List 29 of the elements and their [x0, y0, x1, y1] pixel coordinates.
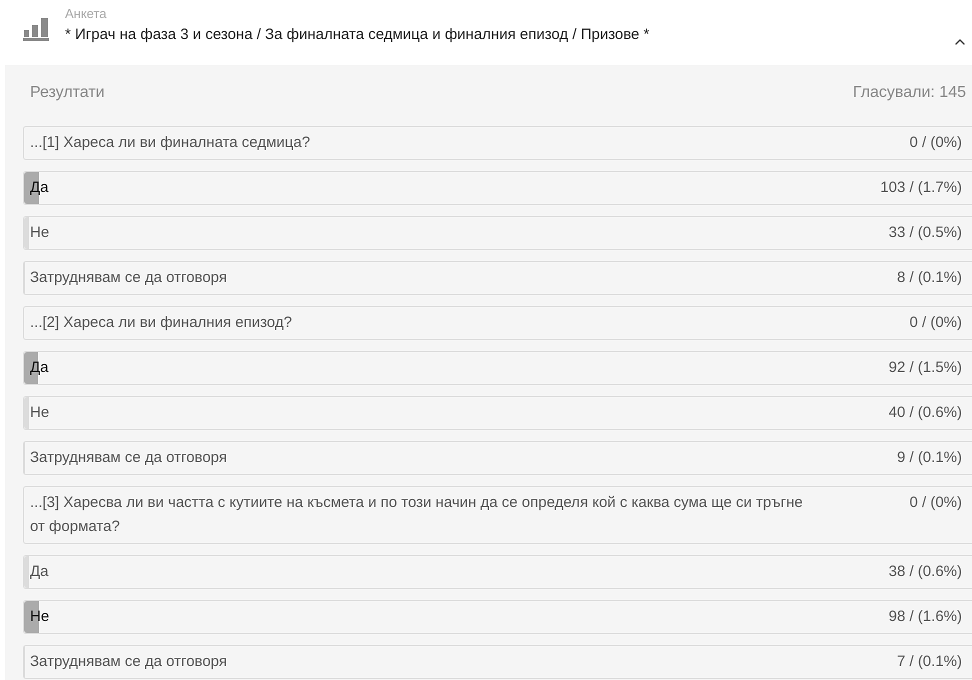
vote-count: 9 / (0.1%) [896, 448, 962, 468]
vote-count: 92 / (1.5%) [888, 358, 962, 378]
question-text: ...[3] Харесва ли ви частта с кутиите на късмета и по този начин да се определя кой с каква сума ще си тръгне от формата? [30, 493, 804, 537]
question-text: ...[2] Хареса ли ви финалния епизод? [30, 313, 293, 333]
poll-title: * Играч на фаза 3 и сезона / За финалната седмица и финалния епизод / Призове * [65, 25, 650, 45]
results-heading: Резултати [30, 83, 105, 103]
vote-count: 7 / (0.1%) [896, 652, 962, 672]
vote-count: 33 / (0.5%) [888, 223, 962, 243]
vote-count: 0 / (0%) [909, 493, 962, 513]
votes-total: Гласували: 145 [852, 83, 966, 103]
answer-text: Да [30, 358, 49, 378]
vote-count: 40 / (0.6%) [888, 403, 962, 423]
answer-text: Не [30, 403, 50, 423]
answer-text: Затруднявам се да отговоря [30, 448, 227, 468]
answer-text: Не [30, 607, 50, 627]
question-text: ...[1] Хареса ли ви финалната седмица? [30, 133, 312, 153]
vote-count: 0 / (0%) [909, 313, 962, 333]
answer-text: Да [30, 178, 49, 198]
bar-chart-icon [23, 18, 49, 41]
vote-count: 38 / (0.6%) [888, 562, 962, 582]
vote-count: 0 / (0%) [909, 133, 962, 153]
answer-text: Да [30, 562, 49, 582]
poll-label: Анкета [65, 6, 108, 22]
answer-text: Затруднявам се да отговоря [30, 652, 227, 672]
vote-count: 8 / (0.1%) [896, 268, 962, 288]
vote-count: 98 / (1.6%) [888, 607, 962, 627]
answer-text: Затруднявам се да отговоря [30, 268, 227, 288]
answer-text: Не [30, 223, 50, 243]
vote-count: 103 / (1.7%) [880, 178, 962, 198]
